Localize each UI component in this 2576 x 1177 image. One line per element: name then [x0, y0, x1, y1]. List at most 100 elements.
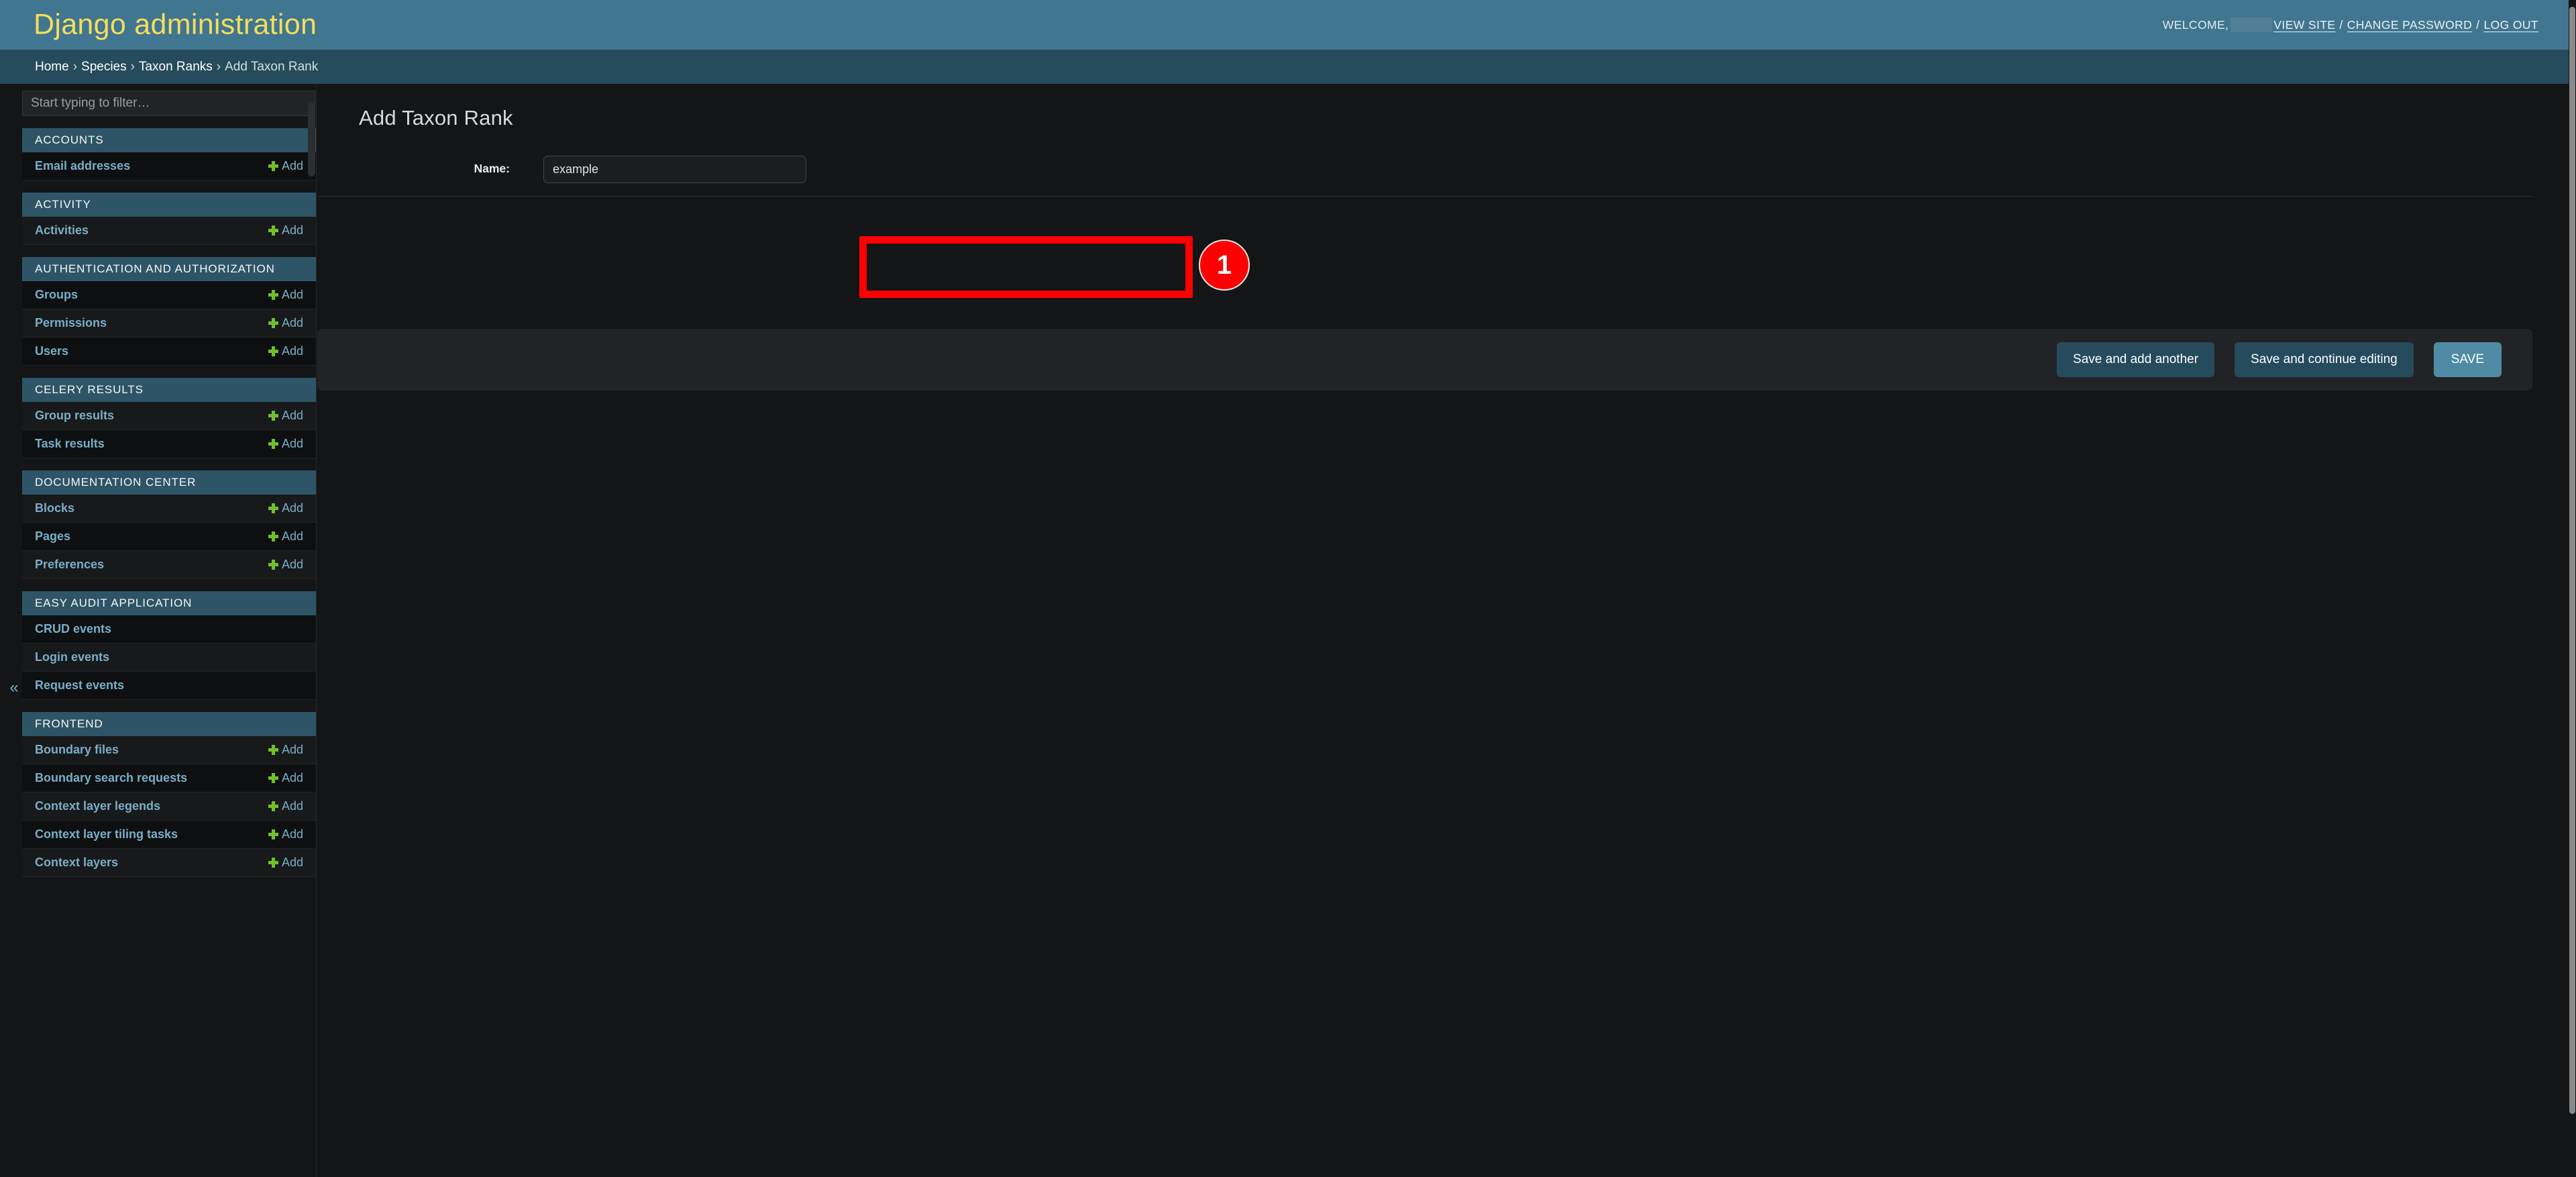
sidebar-model-row: Groups Add: [22, 281, 316, 309]
sidebar-item-login-events[interactable]: Login events: [35, 650, 303, 664]
sidebar-app-title[interactable]: ACCOUNTS: [22, 128, 316, 152]
sidebar-item-request-events[interactable]: Request events: [35, 678, 303, 693]
add-label: Add: [281, 223, 303, 237]
plus-icon: [268, 225, 278, 236]
add-label: Add: [281, 856, 303, 869]
sidebar-item-context-layer-legends[interactable]: Context layer legends: [35, 799, 268, 813]
sidebar-app-title[interactable]: EASY AUDIT APPLICATION: [22, 591, 316, 615]
taxon-rank-form: Name:: [317, 141, 2532, 197]
plus-icon: [268, 745, 278, 755]
sidebar-item-blocks[interactable]: Blocks: [35, 501, 268, 515]
sidebar-app-title[interactable]: CELERY RESULTS: [22, 378, 316, 402]
sidebar-model-row: Login events: [22, 644, 316, 672]
breadcrumb-item-species[interactable]: Species: [81, 60, 127, 74]
add-link-users[interactable]: Add: [268, 344, 303, 358]
breadcrumb-item-taxon-ranks[interactable]: Taxon Ranks: [139, 60, 213, 74]
add-label: Add: [281, 437, 303, 450]
add-link-group-results[interactable]: Add: [268, 409, 303, 423]
plus-icon: [268, 503, 278, 513]
plus-icon: [268, 439, 278, 449]
sidebar-scrollbar[interactable]: [307, 84, 316, 1177]
add-link-email-addresses[interactable]: Add: [268, 159, 303, 173]
add-link-task-results[interactable]: Add: [268, 437, 303, 451]
add-link-blocks[interactable]: Add: [268, 501, 303, 515]
sidebar-model-row: Users Add: [22, 338, 316, 366]
add-link-context-layers[interactable]: Add: [268, 856, 303, 870]
sidebar-model-row: Blocks Add: [22, 495, 316, 523]
username-redacted: [2231, 17, 2273, 32]
add-link-permissions[interactable]: Add: [268, 316, 303, 330]
name-input[interactable]: [543, 156, 806, 183]
sidebar-item-users[interactable]: Users: [35, 344, 268, 358]
page-scrollbar[interactable]: [2569, 0, 2576, 1177]
add-label: Add: [281, 409, 303, 422]
sidebar-filter-input[interactable]: [22, 91, 315, 116]
plus-icon: [268, 346, 278, 356]
add-label: Add: [281, 558, 303, 571]
add-link-activities[interactable]: Add: [268, 223, 303, 238]
sidebar-item-email-addresses[interactable]: Email addresses: [35, 159, 268, 173]
sidebar-item-groups[interactable]: Groups: [35, 288, 268, 302]
user-tools-separator-1: /: [2339, 17, 2343, 32]
save-and-add-another-button[interactable]: Save and add another: [2057, 342, 2215, 377]
log-out-link[interactable]: LOG OUT: [2483, 18, 2538, 32]
name-field-label: Name:: [474, 161, 511, 175]
sidebar-item-crud-events[interactable]: CRUD events: [35, 622, 303, 636]
add-link-pages[interactable]: Add: [268, 529, 303, 544]
annotation-step-badge: 1: [1199, 240, 1250, 291]
add-link-boundary-search-requests[interactable]: Add: [268, 771, 303, 785]
add-link-groups[interactable]: Add: [268, 288, 303, 302]
add-link-preferences[interactable]: Add: [268, 558, 303, 572]
sidebar-collapse-toggle-icon[interactable]: «: [7, 678, 21, 697]
sidebar-app-title[interactable]: FRONTEND: [22, 712, 316, 736]
sidebar-app-title[interactable]: AUTHENTICATION AND AUTHORIZATION: [22, 257, 316, 281]
breadcrumb-item-home[interactable]: Home: [35, 60, 69, 74]
content-region: Add Taxon Rank Name: Save and add anothe…: [317, 84, 2569, 1177]
sidebar-app-block: EASY AUDIT APPLICATION CRUD events Login e…: [22, 591, 316, 700]
sidebar-scrollbar-thumb[interactable]: [308, 103, 315, 176]
sidebar-model-row: Activities Add: [22, 217, 316, 245]
breadcrumb-chevron-icon: ›: [130, 60, 135, 74]
view-site-link[interactable]: VIEW SITE: [2273, 18, 2335, 32]
sidebar-app-title[interactable]: DOCUMENTATION CENTER: [22, 470, 316, 495]
plus-icon: [268, 858, 278, 868]
add-link-context-layer-legends[interactable]: Add: [268, 799, 303, 813]
sidebar-item-activities[interactable]: Activities: [35, 223, 268, 238]
breadcrumb-chevron-icon: ›: [72, 60, 78, 74]
sidebar-app-block: ACCOUNTS Email addresses Add: [22, 128, 316, 181]
plus-icon: [268, 531, 278, 542]
sidebar-item-boundary-search-requests[interactable]: Boundary search requests: [35, 771, 268, 785]
sidebar-app-title[interactable]: ACTIVITY: [22, 193, 316, 217]
add-link-boundary-files[interactable]: Add: [268, 743, 303, 757]
sidebar-item-context-layer-tiling-tasks[interactable]: Context layer tiling tasks: [35, 827, 268, 841]
sidebar-item-group-results[interactable]: Group results: [35, 409, 268, 423]
sidebar-model-row: Task results Add: [22, 430, 316, 458]
plus-icon: [268, 801, 278, 811]
add-label: Add: [281, 501, 303, 515]
plus-icon: [268, 411, 278, 421]
sidebar-item-boundary-files[interactable]: Boundary files: [35, 743, 268, 757]
site-header: Django administration WELCOME, VIEW SITE…: [0, 0, 2569, 50]
sidebar-model-row: Request events: [22, 672, 316, 700]
page-scrollbar-thumb[interactable]: [2569, 7, 2575, 1114]
sidebar-app-block: FRONTEND Boundary files Add Boundary search…: [22, 712, 316, 877]
sidebar-item-pages[interactable]: Pages: [35, 529, 268, 544]
save-button[interactable]: SAVE: [2433, 342, 2502, 377]
add-label: Add: [281, 799, 303, 813]
sidebar-item-context-layers[interactable]: Context layers: [35, 856, 268, 870]
save-and-continue-editing-button[interactable]: Save and continue editing: [2235, 342, 2414, 377]
sidebar-item-task-results[interactable]: Task results: [35, 437, 268, 451]
sidebar-item-permissions[interactable]: Permissions: [35, 316, 268, 330]
add-label: Add: [281, 771, 303, 784]
add-label: Add: [281, 159, 303, 172]
sidebar-app-block: AUTHENTICATION AND AUTHORIZATION Groups Ad…: [22, 257, 316, 366]
sidebar-app-block: ACTIVITY Activities Add: [22, 193, 316, 245]
add-link-context-layer-tiling-tasks[interactable]: Add: [268, 827, 303, 841]
sidebar-item-preferences[interactable]: Preferences: [35, 558, 268, 572]
add-label: Add: [281, 344, 303, 358]
sidebar-model-row: Permissions Add: [22, 309, 316, 338]
change-password-link[interactable]: CHANGE PASSWORD: [2347, 18, 2473, 32]
main-region: ACCOUNTSEmail addressesAddACTIVITYActivi…: [0, 84, 2569, 1177]
page-title: Add Taxon Rank: [359, 106, 513, 130]
add-label: Add: [281, 288, 303, 301]
